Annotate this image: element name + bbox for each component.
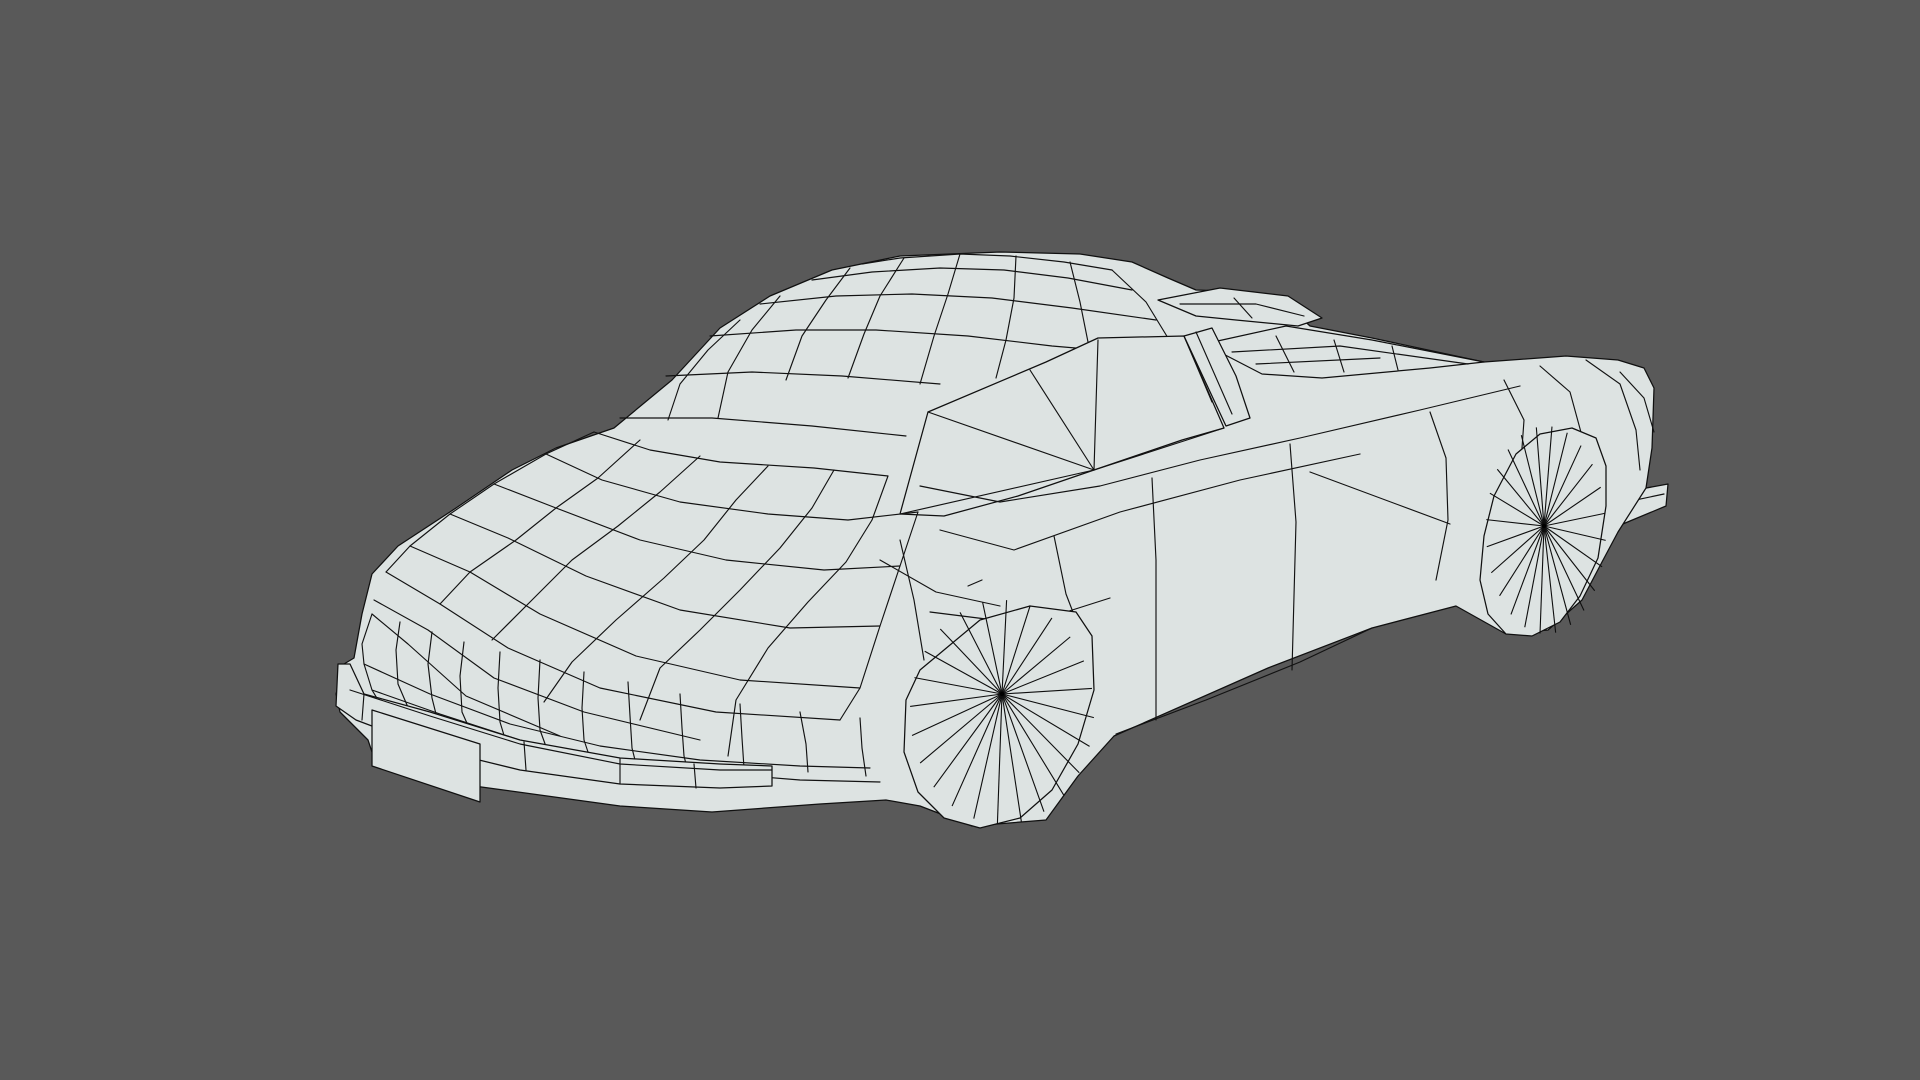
car-model[interactable]	[335, 251, 1669, 829]
viewport-canvas[interactable]	[0, 0, 1920, 1080]
3d-viewport[interactable]	[0, 0, 1920, 1080]
wheel-hub	[1541, 523, 1547, 529]
wheel-hub	[999, 691, 1005, 697]
